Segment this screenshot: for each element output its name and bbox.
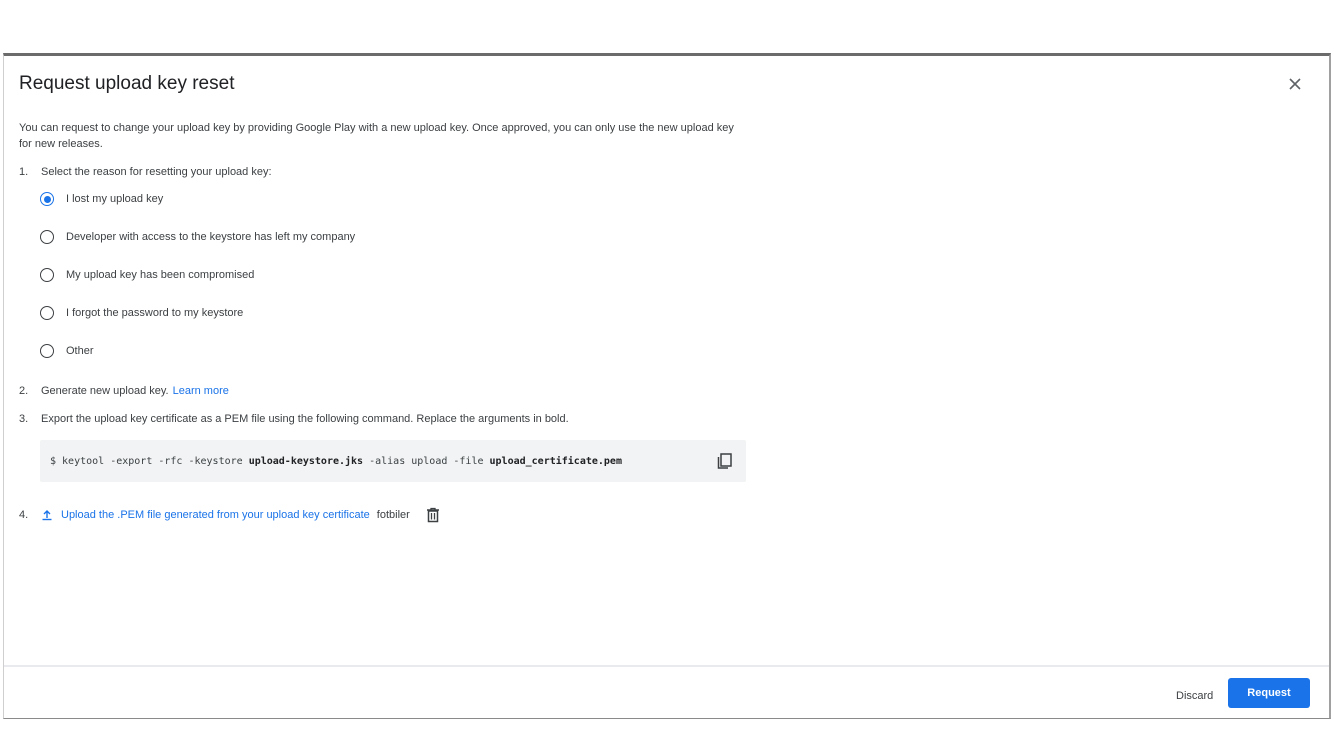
uploaded-filename: fotbiler [376, 509, 410, 521]
reason-option-lost-key[interactable]: I lost my upload key [40, 192, 163, 206]
request-button[interactable]: Request [1228, 678, 1310, 708]
reason-label: I forgot the password to my keystore [66, 307, 244, 319]
step-4: 4. Upload the .PEM file generated from y… [19, 507, 442, 523]
radio-button[interactable] [40, 306, 54, 320]
upload-icon [42, 510, 52, 521]
command-arg-output-file: upload_certificate.pem [489, 455, 622, 467]
screen: Request upload key reset You can request… [0, 0, 1334, 750]
trash-icon [426, 507, 439, 523]
step-number: 4. [19, 509, 29, 521]
copy-button[interactable] [716, 452, 734, 470]
keytool-command-box[interactable]: $ keytool -export -rfc -keystore upload-… [40, 440, 746, 482]
command-text[interactable]: $ keytool -export -rfc -keystore upload-… [50, 456, 622, 467]
step-1: 1. Select the reason for resetting your … [19, 166, 272, 178]
reason-option-other[interactable]: Other [40, 344, 94, 358]
radio-button[interactable] [40, 230, 54, 244]
discard-button[interactable]: Discard [1176, 686, 1213, 706]
step-number: 3. [19, 413, 29, 425]
close-icon [1289, 78, 1301, 90]
step-text: Select the reason for resetting your upl… [41, 166, 272, 178]
step-number: 1. [19, 166, 29, 178]
radio-button[interactable] [40, 268, 54, 282]
dialog-title: Request upload key reset [19, 73, 235, 94]
reason-option-forgot-password[interactable]: I forgot the password to my keystore [40, 306, 243, 320]
step-text: Generate new upload key. [41, 385, 169, 397]
step-number: 2. [19, 385, 29, 397]
step-3: 3. Export the upload key certificate as … [19, 413, 569, 425]
upload-pem-button[interactable]: Upload the .PEM file generated from your… [41, 509, 370, 521]
command-part: -alias upload -file [363, 455, 490, 467]
command-arg-keystore: upload-keystore.jks [248, 455, 364, 467]
reason-option-developer-left[interactable]: Developer with access to the keystore ha… [40, 230, 355, 244]
dialog-intro-text: You can request to change your upload ke… [19, 122, 734, 150]
reason-label: Developer with access to the keystore ha… [66, 231, 356, 243]
step-text: Export the upload key certificate as a P… [41, 413, 569, 425]
radio-button[interactable] [40, 344, 54, 358]
reason-label: Other [66, 345, 94, 357]
copy-icon [717, 453, 732, 469]
command-part: $ keytool -export -rfc -keystore [50, 455, 249, 467]
close-button[interactable] [1283, 72, 1307, 96]
page-background [0, 0, 1334, 53]
learn-more-link[interactable]: Learn more [173, 385, 229, 397]
request-upload-key-reset-dialog: Request upload key reset You can request… [3, 53, 1331, 719]
reason-label: I lost my upload key [66, 193, 164, 205]
upload-label: Upload the .PEM file generated from your… [61, 509, 370, 521]
step-2: 2. Generate new upload key. Learn more [19, 385, 229, 397]
delete-file-button[interactable] [426, 507, 442, 523]
reason-option-compromised[interactable]: My upload key has been compromised [40, 268, 254, 282]
footer-divider [4, 665, 1329, 667]
radio-button-selected[interactable] [40, 192, 54, 206]
reason-label: My upload key has been compromised [66, 269, 255, 281]
